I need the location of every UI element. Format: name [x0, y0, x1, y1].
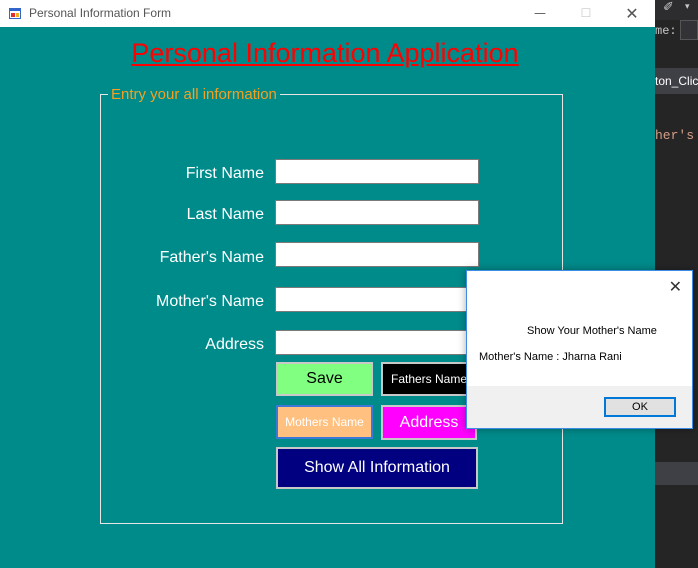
message-box-footer: OK [467, 386, 692, 428]
message-box-dialog: ✕ Show Your Mother's Name Mother's Name … [466, 270, 693, 429]
ide-output-panel [655, 484, 698, 568]
ide-toolbar: ✐ ▾ [655, 0, 698, 20]
ide-code-line: her's N [655, 128, 698, 143]
ide-tab[interactable]: ton_Clic [655, 74, 698, 88]
address-label: Address [205, 336, 264, 353]
ide-name-field[interactable] [680, 20, 698, 40]
page-title: Personal Information Application [131, 38, 519, 68]
fathers-name-field[interactable] [275, 242, 479, 267]
first-name-field[interactable] [275, 159, 479, 184]
window-title: Personal Information Form [29, 6, 172, 20]
save-button[interactable]: Save [276, 362, 373, 396]
mothers-name-button[interactable]: Mothers Name [276, 405, 373, 439]
last-name-label: Last Name [186, 206, 264, 223]
maximize-button[interactable]: ☐ [563, 0, 609, 27]
message-box-text: Mother's Name : Jharna Rani [479, 351, 622, 363]
fathers-name-button[interactable]: Fathers Name [381, 362, 477, 396]
ok-button[interactable]: OK [604, 397, 676, 417]
close-icon[interactable]: ✕ [669, 277, 682, 296]
mothers-name-field[interactable] [275, 287, 479, 312]
dropdown-arrow-icon[interactable]: ▾ [685, 2, 690, 12]
ide-output-header [655, 462, 698, 484]
message-box-caption: Show Your Mother's Name [527, 325, 657, 337]
last-name-field[interactable] [275, 200, 479, 225]
first-name-label: First Name [185, 165, 264, 182]
address-field[interactable] [275, 330, 479, 355]
mothers-name-label: Mother's Name [156, 293, 264, 310]
show-all-information-button[interactable]: Show All Information [276, 447, 478, 489]
groupbox-label: Entry your all information [108, 86, 280, 103]
ide-name-label: me: [655, 24, 677, 38]
form-app-icon [8, 6, 22, 20]
minimize-button[interactable]: — [517, 0, 563, 27]
pin-icon[interactable]: ✐ [663, 0, 674, 15]
close-button[interactable]: ✕ [609, 0, 655, 27]
address-button[interactable]: Address [381, 405, 477, 440]
fathers-name-label: Father's Name [159, 249, 264, 266]
title-bar[interactable]: Personal Information Form — ☐ ✕ [0, 0, 655, 27]
